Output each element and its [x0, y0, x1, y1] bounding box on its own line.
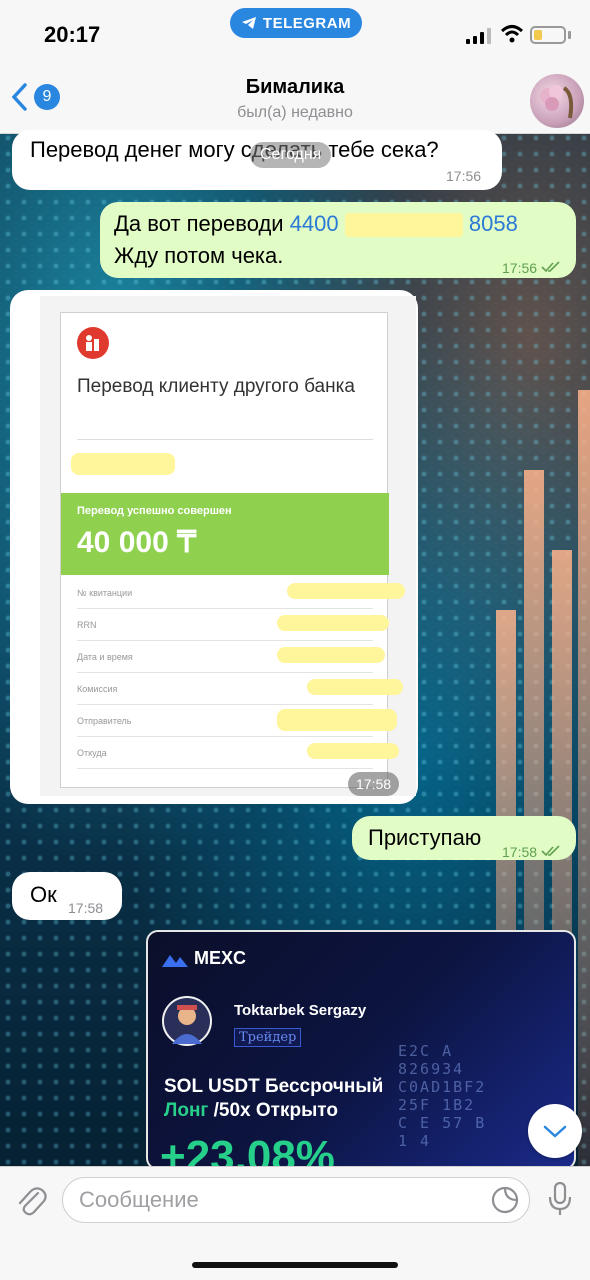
telegram-pill[interactable]: TELEGRAM	[230, 8, 362, 38]
battery-icon	[530, 26, 566, 44]
message-text: Перевод денег могу сделать тебе сека?	[30, 137, 439, 162]
message-time: 17:56	[502, 252, 561, 284]
sticker-icon[interactable]	[490, 1185, 520, 1215]
mexc-brand: MEXC	[194, 948, 247, 968]
contact-avatar[interactable]	[530, 74, 584, 128]
pnl-percent: +23.08%	[160, 1132, 335, 1170]
message-time: 17:58	[502, 836, 561, 868]
photo-time: 17:58	[348, 772, 400, 796]
mexc-logo: MEXC	[162, 948, 246, 969]
trader-role-badge: Трейдер	[234, 1028, 302, 1047]
redacted-scribble	[277, 615, 389, 631]
mexc-trade-card-image[interactable]: E2C A 826934 C0AD1BF2 25F 1B2 C E 57 B 1 4 …	[146, 930, 576, 1170]
message-time: 17:56	[446, 168, 482, 184]
battery-tip	[568, 31, 571, 39]
receipt-card: Перевод клиенту другого банка Перевод ус…	[60, 312, 405, 788]
redacted-scribble	[307, 679, 403, 695]
card-number-end-link[interactable]: 8058	[469, 211, 518, 236]
redacted-highlight	[344, 213, 463, 238]
message-text-prefix: Да вот переводи	[114, 211, 290, 236]
incoming-message-bubble[interactable]: Ок 17:58	[12, 872, 122, 920]
telegram-chat-screen: 20:17 TELEGRAM 9 Бималика был(а) недавно	[0, 0, 590, 1280]
success-banner: Перевод успешно совершен 40 000 ₸	[61, 493, 389, 575]
position-direction: Лонг	[164, 1100, 209, 1121]
message-line-1: Да вот переводи 4400 8058	[114, 208, 518, 240]
position-instrument: SOL USDT Бессрочный	[164, 1076, 384, 1097]
divider	[77, 439, 373, 440]
message-input[interactable]	[62, 1177, 530, 1223]
date-separator: Сегодня	[250, 142, 332, 168]
paperclip-icon[interactable]	[14, 1183, 48, 1219]
status-bar: 20:17 TELEGRAM	[0, 0, 590, 64]
redacted-scribble	[277, 647, 385, 663]
wifi-icon	[500, 25, 524, 43]
scroll-down-button[interactable]	[528, 1104, 582, 1158]
message-line-2: Жду потом чека.	[114, 243, 284, 268]
mexc-mountain-icon	[162, 954, 188, 967]
chat-last-seen: был(а) недавно	[237, 104, 353, 121]
position-details: Лонг /50x Открыто	[164, 1100, 338, 1122]
outgoing-message-bubble[interactable]: Да вот переводи 4400 8058 Жду потом чека…	[100, 202, 576, 278]
bank-logo-icon	[77, 327, 109, 359]
status-time: 20:17	[44, 22, 101, 47]
microphone-icon[interactable]	[546, 1181, 574, 1217]
double-check-icon	[541, 261, 560, 273]
signal-icon	[466, 28, 491, 44]
redacted-scribble	[287, 583, 405, 599]
trader-avatar	[162, 996, 212, 1046]
message-time: 17:58	[68, 900, 104, 916]
position-leverage: /50x Открыто	[213, 1100, 338, 1121]
redacted-scribble	[71, 453, 175, 475]
home-indicator	[192, 1262, 398, 1268]
redacted-scribble	[307, 743, 399, 759]
flower-avatar-image	[540, 85, 574, 119]
receipt-photo[interactable]: Перевод клиенту другого банка Перевод ус…	[40, 296, 416, 796]
transfer-amount: 40 000 ₸	[77, 526, 197, 559]
outgoing-message-bubble[interactable]: Приступаю 17:58	[352, 816, 576, 860]
receipt-title: Перевод клиенту другого банка	[77, 376, 355, 397]
chevron-down-icon	[543, 1125, 567, 1138]
chat-title[interactable]: Бималика	[0, 76, 590, 99]
message-text: Ок	[30, 882, 57, 907]
telegram-icon	[241, 17, 256, 29]
telegram-pill-label: TELEGRAM	[262, 14, 352, 32]
trader-name: Toktarbek Sergazy	[234, 1002, 367, 1019]
message-text: Приступаю	[368, 825, 482, 850]
chat-header: 9 Бималика был(а) недавно	[0, 64, 590, 134]
success-label: Перевод успешно совершен	[77, 505, 232, 517]
card-number-start-link[interactable]: 4400	[290, 211, 339, 236]
redacted-scribble	[277, 709, 397, 731]
double-check-icon	[541, 845, 560, 857]
